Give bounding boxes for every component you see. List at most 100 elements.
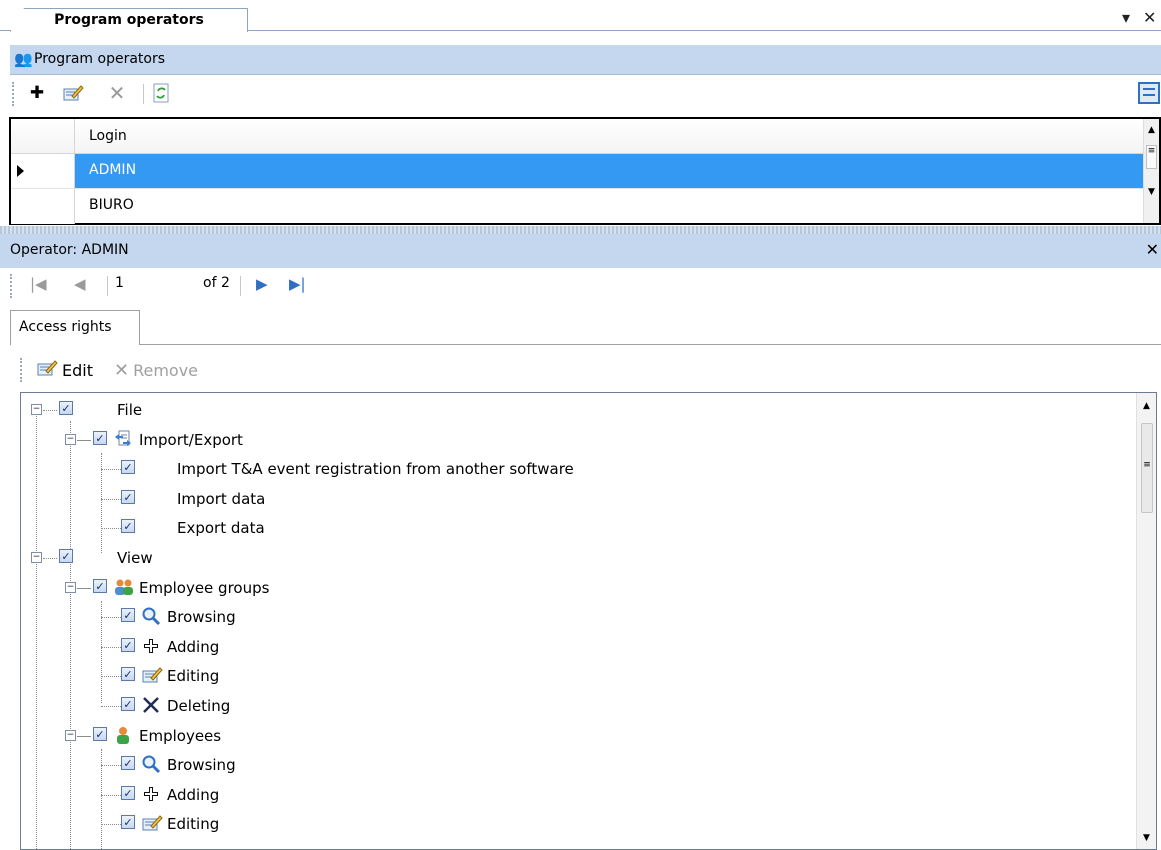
close-icon[interactable]: ✕ <box>1143 8 1156 28</box>
checkbox[interactable]: ✓ <box>121 815 135 830</box>
tree-connector <box>77 439 91 441</box>
checkbox[interactable]: ✓ <box>121 785 135 800</box>
rights-toolbar: Edit ✕ Remove <box>20 355 1161 385</box>
collapse-icon[interactable]: − <box>65 581 76 593</box>
edit-icon <box>141 665 163 685</box>
row-selector[interactable] <box>11 189 75 224</box>
tree-node-label: Import/Export <box>139 430 243 449</box>
next-record-icon[interactable]: ▶ <box>256 275 268 293</box>
edit-icon <box>36 358 58 382</box>
toolbar-grip[interactable] <box>12 82 15 106</box>
tree-node[interactable]: ✓ Import T&A event registration from anot… <box>21 454 1121 484</box>
collapse-icon[interactable]: − <box>65 729 76 741</box>
checkbox[interactable]: ✓ <box>59 401 73 415</box>
checkbox[interactable]: ✓ <box>93 430 107 445</box>
access-rights-tree: ▲ ▼ ≡ − ✓ File − ✓ Import/Export ✓ Import T&A e… <box>20 392 1157 850</box>
tree-node[interactable]: ✓ Deleting <box>21 691 1121 721</box>
tree-node[interactable]: − ✓ Employees <box>21 721 1121 751</box>
checkbox[interactable]: ✓ <box>121 608 135 623</box>
scroll-up-icon[interactable]: ▲ <box>1137 401 1156 411</box>
delete-icon[interactable]: ✕ <box>106 82 128 104</box>
row-selector[interactable] <box>11 154 75 188</box>
checkbox[interactable]: ✓ <box>93 726 107 741</box>
scroll-thumb[interactable]: ≡ <box>1141 423 1153 513</box>
tree-node[interactable]: ✓ Browsing <box>21 602 1121 632</box>
tree-body: − ✓ File − ✓ Import/Export ✓ Import T&A event r… <box>21 393 1131 849</box>
tree-node-label: View <box>117 549 153 567</box>
tree-node-label: Export data <box>177 519 265 538</box>
toolbar-grip[interactable] <box>10 274 13 298</box>
tab-title: Program operators <box>54 12 204 28</box>
import-export-icon <box>113 429 133 449</box>
tree-node[interactable]: ✓ Editing <box>21 661 1121 691</box>
collapse-icon[interactable]: − <box>65 433 76 445</box>
edit-icon[interactable] <box>62 82 84 104</box>
cell-login[interactable]: ADMIN <box>75 154 1143 188</box>
tab-access-rights[interactable]: Access rights <box>10 310 140 345</box>
table-row[interactable]: ADMIN <box>11 154 1143 189</box>
tree-node-label: Import data <box>177 489 266 508</box>
scroll-down-icon[interactable]: ▼ <box>1137 833 1156 843</box>
add-icon[interactable]: ✚ <box>26 82 48 104</box>
toolbar-separator <box>107 276 108 296</box>
tree-node[interactable]: ✓ Import data <box>21 484 1121 514</box>
tree-connector <box>101 469 121 471</box>
tree-connector <box>43 410 57 411</box>
tree-node[interactable]: ✓ Adding <box>21 632 1121 662</box>
table-row[interactable]: BIURO <box>11 189 1143 224</box>
tree-node-label: Deleting <box>167 697 231 715</box>
tree-node[interactable]: − ✓ Import/Export <box>21 425 1121 455</box>
tree-connector <box>101 676 121 678</box>
scroll-thumb[interactable]: ≡ <box>1146 145 1157 169</box>
scroll-up-icon[interactable]: ▲ <box>1144 125 1159 135</box>
grid-scrollbar[interactable]: ▲ ≡ ▼ <box>1143 119 1159 223</box>
tree-node-label: Employees <box>139 726 222 745</box>
edit-button[interactable]: Edit <box>36 359 93 381</box>
checkbox[interactable]: ✓ <box>121 519 135 534</box>
collapse-icon[interactable]: − <box>31 552 42 563</box>
checkbox[interactable]: ✓ <box>121 637 135 652</box>
toolbar-grip[interactable] <box>20 358 23 382</box>
tree-connector <box>101 528 121 530</box>
checkbox[interactable]: ✓ <box>121 667 135 682</box>
edit-button-label: Edit <box>62 360 93 380</box>
first-record-icon[interactable]: |◀ <box>30 275 47 293</box>
checkbox[interactable]: ✓ <box>121 489 135 504</box>
close-details-icon[interactable]: ✕ <box>1146 240 1159 259</box>
tree-node[interactable]: ✓ Editing <box>21 809 1121 839</box>
plus-icon <box>141 784 161 804</box>
last-record-icon[interactable]: ▶| <box>289 275 306 293</box>
tree-node[interactable]: ✓ Browsing <box>21 750 1121 780</box>
checkbox[interactable]: ✓ <box>121 697 135 711</box>
tree-node-label: Browsing <box>167 756 236 775</box>
tree-node[interactable]: ✓ Adding <box>21 780 1121 810</box>
tab-program-operators[interactable]: Program operators <box>10 8 248 32</box>
scroll-down-icon[interactable]: ▼ <box>1144 187 1159 197</box>
tree-node-label: Browsing <box>167 608 236 627</box>
previous-record-icon[interactable]: ◀ <box>74 275 86 293</box>
toolbar-separator <box>240 276 241 296</box>
tree-node[interactable]: − ✓ View <box>21 543 1121 573</box>
tree-node[interactable]: ✓ Export data <box>21 513 1121 543</box>
collapse-icon[interactable]: − <box>31 404 42 415</box>
splitter[interactable] <box>0 226 1161 234</box>
tree-node[interactable]: − ✓ File <box>21 395 1121 425</box>
magnifier-icon <box>141 754 161 774</box>
checkbox[interactable]: ✓ <box>93 578 107 593</box>
checkbox[interactable]: ✓ <box>121 460 135 475</box>
magnifier-icon <box>141 606 161 626</box>
window-menu-icon[interactable]: ▾ <box>1122 8 1130 28</box>
checkbox[interactable]: ✓ <box>121 756 135 771</box>
remove-icon: ✕ <box>114 359 130 381</box>
details-header: Operator: ADMIN ✕ <box>0 234 1161 268</box>
tree-node[interactable]: − ✓ Employee groups <box>21 573 1121 603</box>
employee-groups-icon <box>113 577 133 597</box>
layout-toggle-icon[interactable] <box>1138 82 1160 104</box>
remove-button[interactable]: ✕ Remove <box>114 359 198 381</box>
cell-login[interactable]: BIURO <box>75 189 1143 224</box>
refresh-icon[interactable] <box>150 82 172 104</box>
column-header-login[interactable]: Login <box>89 128 127 144</box>
position-input[interactable]: 1 <box>115 275 124 291</box>
checkbox[interactable]: ✓ <box>59 549 73 563</box>
tree-connector <box>101 706 121 707</box>
